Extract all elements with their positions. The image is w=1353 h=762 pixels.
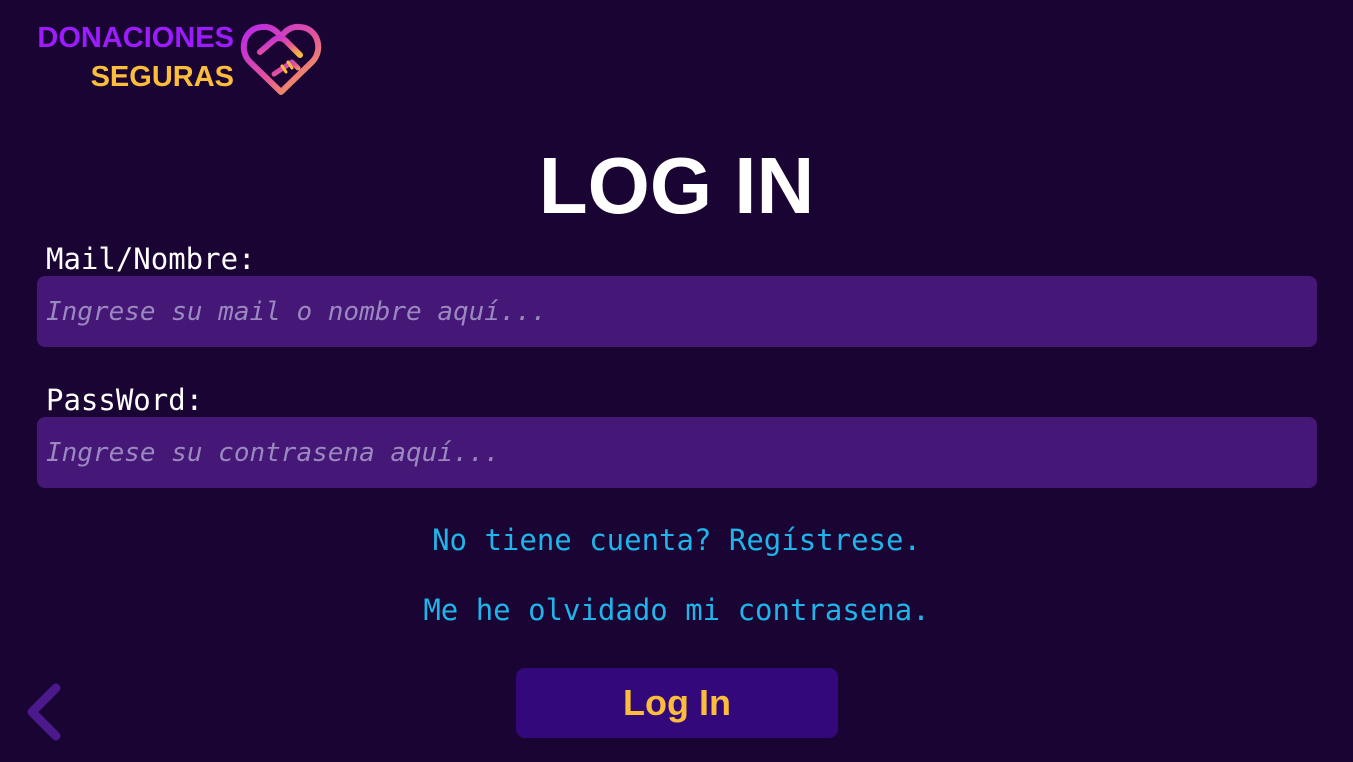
heart-handshake-icon [240,23,322,95]
username-input[interactable] [37,276,1317,347]
brand-name-line1: DONACIONES [37,22,234,54]
brand-name-line2: SEGURAS [90,61,234,93]
username-label: Mail/Nombre: [46,242,256,276]
back-button[interactable] [22,682,68,742]
password-input[interactable] [37,417,1317,488]
brand-logo: DONACIONES SEGURAS [14,22,324,102]
forgot-password-link[interactable]: Me he olvidado mi contrasena. [0,593,1353,627]
register-link[interactable]: No tiene cuenta? Regístrese. [0,523,1353,557]
page-title: LOG IN [538,141,815,230]
login-button[interactable]: Log In [516,668,838,738]
password-label: PassWord: [46,383,204,417]
chevron-left-icon [27,683,61,741]
